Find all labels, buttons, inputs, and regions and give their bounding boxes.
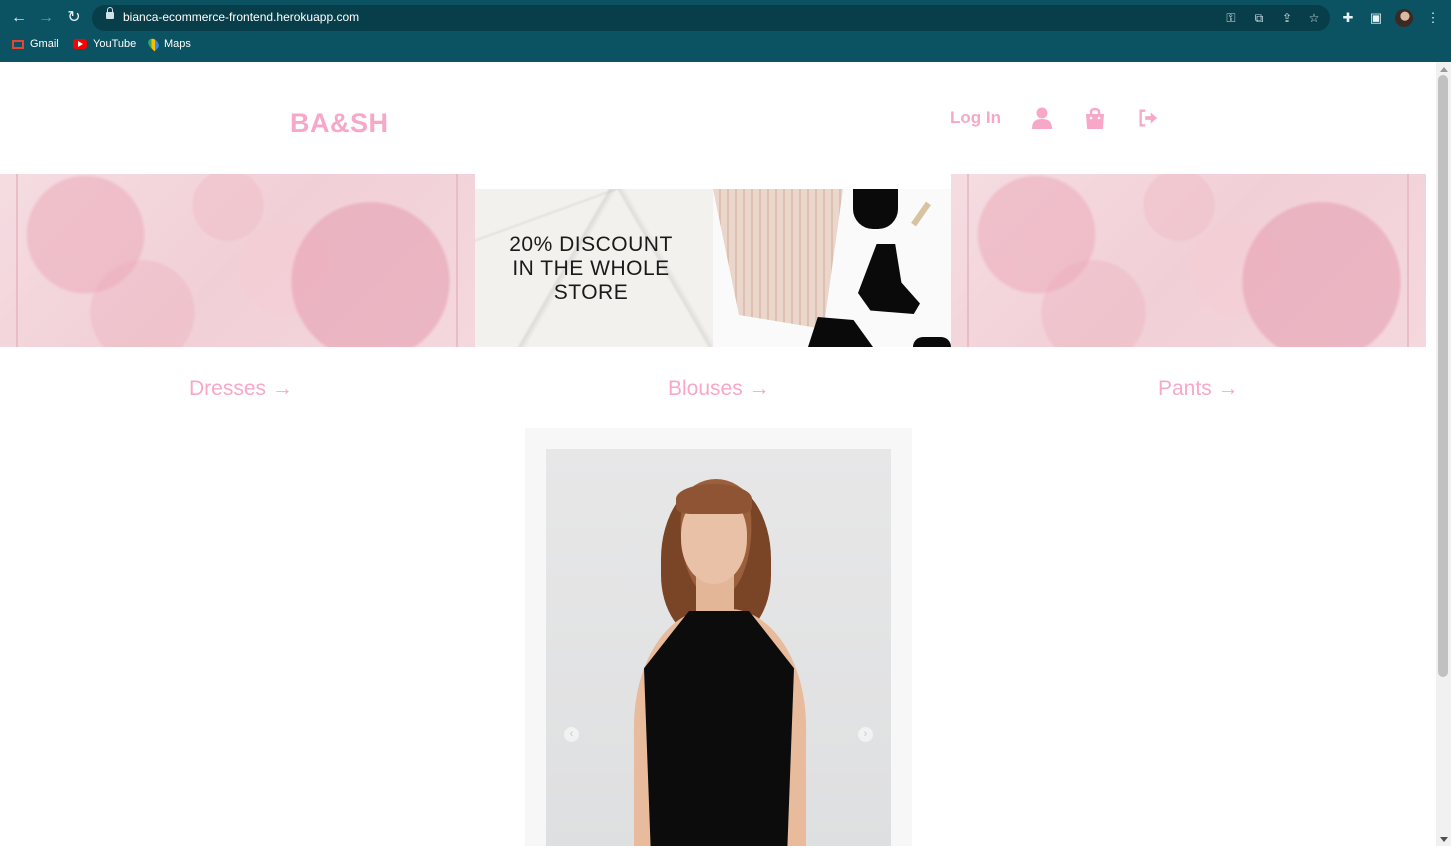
- black-dress-image: [644, 611, 794, 846]
- browser-toolbar: ← → ↻ bianca-ecommerce-frontend.herokuap…: [0, 0, 1451, 35]
- bookmark-star-icon[interactable]: ☆: [1305, 9, 1323, 27]
- category-link-blouses[interactable]: Blouses →: [668, 377, 770, 401]
- bookmark-youtube[interactable]: YouTube: [73, 38, 136, 50]
- bag-image: [853, 189, 898, 229]
- side-panel-icon[interactable]: ▣: [1366, 8, 1386, 28]
- lipstick-image: [911, 201, 931, 227]
- bookmark-gmail[interactable]: Gmail: [12, 38, 59, 50]
- scroll-thumb[interactable]: [1438, 75, 1448, 677]
- forward-button[interactable]: →: [36, 8, 56, 28]
- category-link-dresses[interactable]: Dresses →: [189, 377, 293, 401]
- bookmark-label: Gmail: [30, 38, 59, 50]
- promo-text: 20% DISCOUNT IN THE WHOLE STORE: [475, 233, 707, 305]
- page-scrollbar[interactable]: [1436, 62, 1451, 846]
- youtube-icon: [73, 39, 87, 50]
- product-card: ‹ ›: [525, 428, 912, 846]
- banner-frame-line: [16, 174, 18, 347]
- banner-frame-line: [456, 174, 458, 347]
- banner-roses-left: [0, 174, 475, 347]
- back-button[interactable]: ←: [9, 8, 29, 28]
- product-carousel[interactable]: ‹ ›: [546, 449, 891, 846]
- profile-avatar[interactable]: [1395, 9, 1413, 27]
- category-link-pants[interactable]: Pants →: [1158, 377, 1239, 401]
- bookmark-label: YouTube: [93, 38, 137, 50]
- scroll-up-arrow-icon[interactable]: [1440, 67, 1448, 72]
- lock-icon[interactable]: [106, 7, 114, 19]
- sweater-image: [713, 189, 843, 329]
- carousel-next-button[interactable]: ›: [858, 727, 873, 742]
- promo-line: IN THE WHOLE: [512, 257, 670, 280]
- key-icon[interactable]: ⚿: [1222, 9, 1240, 27]
- category-label: Pants: [1158, 377, 1212, 400]
- shopping-bag-icon[interactable]: [1084, 106, 1106, 130]
- logout-icon[interactable]: [1137, 106, 1159, 130]
- promo-banner: 20% DISCOUNT IN THE WHOLE STORE: [475, 189, 951, 347]
- banner-frame-line: [1407, 174, 1409, 347]
- banner-roses-right: [951, 174, 1426, 347]
- browser-menu-icon[interactable]: ⋮: [1423, 8, 1443, 28]
- extensions-icon[interactable]: ✚: [1338, 8, 1358, 28]
- user-icon[interactable]: [1031, 106, 1053, 130]
- url-text[interactable]: bianca-ecommerce-frontend.herokuapp.com: [123, 10, 359, 24]
- site-logo[interactable]: BA&SH: [290, 108, 389, 139]
- gmail-icon: [12, 39, 24, 49]
- marble-background: 20% DISCOUNT IN THE WHOLE STORE: [475, 189, 715, 347]
- share-icon[interactable]: ⇪: [1278, 9, 1296, 27]
- promo-line: STORE: [553, 281, 629, 304]
- bookmark-label: Maps: [164, 38, 191, 50]
- boot-image: [808, 317, 873, 347]
- arrow-right-icon: →: [1217, 377, 1239, 400]
- category-label: Dresses: [189, 377, 267, 400]
- login-link[interactable]: Log In: [950, 108, 1001, 128]
- banner-frame-line: [967, 174, 969, 347]
- arrow-right-icon: →: [748, 377, 770, 400]
- boot-image: [858, 244, 920, 314]
- promo-line: 20% DISCOUNT: [509, 233, 673, 256]
- flatlay-image: [713, 189, 951, 347]
- bookmarks-bar: Gmail YouTube Maps: [0, 36, 1451, 56]
- translate-icon[interactable]: ⧉: [1250, 9, 1268, 27]
- address-bar[interactable]: bianca-ecommerce-frontend.herokuapp.com …: [92, 5, 1330, 31]
- page-viewport: BA&SH Log In 20% DISCOUNT IN THE WHOLE S…: [0, 62, 1436, 846]
- carousel-prev-button[interactable]: ‹: [564, 727, 579, 742]
- arrow-right-icon: →: [271, 377, 293, 400]
- browser-chrome: ← → ↻ bianca-ecommerce-frontend.herokuap…: [0, 0, 1451, 62]
- scroll-down-arrow-icon[interactable]: [1440, 837, 1448, 842]
- reload-button[interactable]: ↻: [64, 8, 84, 28]
- accessory-image: [913, 337, 951, 347]
- model-bangs: [676, 484, 752, 514]
- category-label: Blouses: [668, 377, 743, 400]
- maps-icon: [146, 36, 161, 52]
- bookmark-maps[interactable]: Maps: [146, 36, 191, 52]
